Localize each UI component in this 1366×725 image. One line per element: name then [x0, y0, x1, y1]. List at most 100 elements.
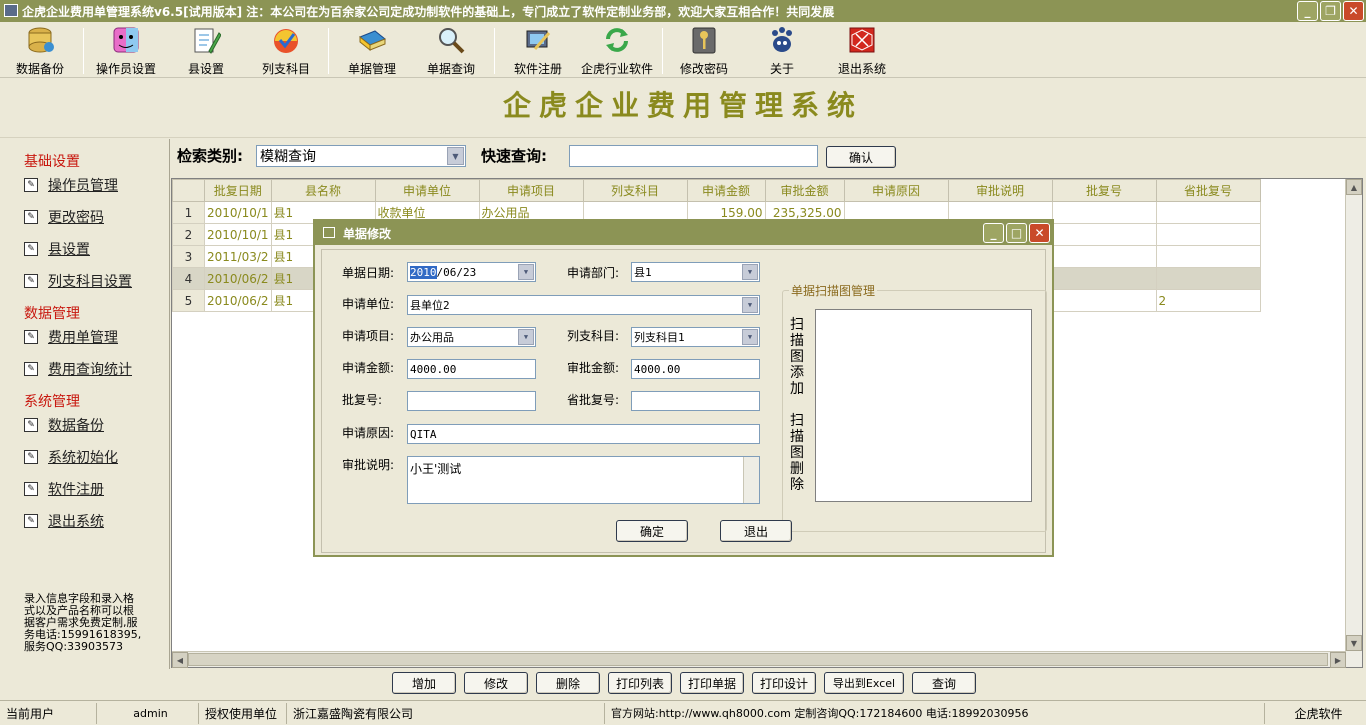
sidebar-group-system: 系统管理 — [24, 394, 80, 410]
export-excel-button[interactable]: 导出到Excel — [824, 672, 904, 694]
status-bar: 当前用户 admin 授权使用单位 浙江嘉盛陶瓷有限公司 官方网站:http:/… — [0, 700, 1366, 725]
status-user: admin — [97, 702, 199, 724]
column-header[interactable]: 审批说明 — [947, 179, 1053, 202]
chevron-down-icon[interactable]: ▼ — [742, 264, 758, 280]
scroll-down-icon[interactable]: ▼ — [1346, 635, 1362, 651]
textarea-scrollbar[interactable] — [743, 457, 759, 503]
toolbar-about-button[interactable]: 关于 — [742, 24, 822, 77]
sidebar-item-subject[interactable]: ✎ 列支科目设置 — [24, 271, 132, 291]
status-company: 浙江嘉盛陶瓷有限公司 — [287, 702, 605, 724]
grid-header-row: 批复日期 县名称 申请单位 申请项目 列支科目 申请金额 审批金额 申请原因 审… — [172, 179, 1261, 202]
quick-search-input[interactable] — [569, 145, 818, 167]
column-header[interactable]: 批复号 — [1051, 179, 1157, 202]
approval-no-input[interactable] — [407, 391, 536, 411]
toolbar-query-button[interactable]: 单据查询 — [411, 24, 491, 77]
print-list-button[interactable]: 打印列表 — [608, 672, 672, 694]
sidebar-item-expense[interactable]: ✎ 费用单管理 — [24, 327, 118, 347]
dialog-close-button[interactable]: ✕ — [1029, 223, 1050, 243]
column-header[interactable]: 申请金额 — [686, 179, 766, 202]
scroll-up-icon[interactable]: ▲ — [1346, 179, 1362, 195]
column-header[interactable]: 列支科目 — [582, 179, 688, 202]
delete-button[interactable]: 删除 — [536, 672, 600, 694]
chevron-down-icon[interactable]: ▼ — [518, 329, 534, 345]
sidebar-item-password[interactable]: ✎ 更改密码 — [24, 207, 104, 227]
approved-label: 审批金额: — [567, 361, 620, 375]
chevron-down-icon[interactable]: ▼ — [742, 297, 758, 313]
column-header[interactable]: 申请项目 — [478, 179, 584, 202]
scan-add-button[interactable]: 扫描图添加 — [789, 317, 805, 397]
add-button[interactable]: 增加 — [392, 672, 456, 694]
approved-input[interactable]: 4000.00 — [631, 359, 760, 379]
sidebar-item-exit[interactable]: ✎ 退出系统 — [24, 511, 104, 531]
minimize-button[interactable]: _ — [1297, 1, 1318, 21]
toolbar-industry-button[interactable]: 企虎行业软件 — [577, 24, 657, 77]
column-header[interactable]: 审批金额 — [764, 179, 845, 202]
pencil-paper-icon — [190, 24, 222, 56]
toolbar-backup-button[interactable]: 数据备份 — [0, 24, 80, 77]
vertical-scrollbar[interactable]: ▲ ▼ — [1345, 179, 1362, 667]
chevron-down-icon[interactable]: ▼ — [447, 147, 464, 165]
prov-approval-input[interactable] — [631, 391, 760, 411]
scroll-thumb[interactable] — [188, 653, 1328, 666]
sidebar-item-init[interactable]: ✎ 系统初始化 — [24, 447, 118, 467]
toolbar-password-button[interactable]: 修改密码 — [664, 24, 744, 77]
column-header[interactable]: 省批复号 — [1155, 179, 1261, 202]
restore-button[interactable]: ❐ — [1320, 1, 1341, 21]
print-design-button[interactable]: 打印设计 — [752, 672, 816, 694]
edit-button[interactable]: 修改 — [464, 672, 528, 694]
subject-select[interactable]: 列支科目1 ▼ — [631, 327, 760, 347]
dialog-maximize-button[interactable]: □ — [1006, 223, 1027, 243]
print-voucher-button[interactable]: 打印单据 — [680, 672, 744, 694]
toolbar-label: 企虎行业软件 — [580, 62, 653, 76]
toolbar-county-button[interactable]: 县设置 — [166, 24, 246, 77]
sidebar-item-register[interactable]: ✎ 软件注册 — [24, 479, 104, 499]
cell-no — [1051, 289, 1157, 312]
sidebar-group-basic: 基础设置 — [24, 154, 80, 170]
search-confirm-button[interactable]: 确认 — [826, 146, 896, 168]
close-button[interactable]: ✕ — [1343, 1, 1364, 21]
scroll-right-icon[interactable]: ▶ — [1330, 652, 1346, 668]
dialog-ok-button[interactable]: 确定 — [616, 520, 688, 542]
sidebar-item-operator[interactable]: ✎ 操作员管理 — [24, 175, 118, 195]
sidebar-item-stats[interactable]: ✎ 费用查询统计 — [24, 359, 132, 379]
dept-select[interactable]: 县1 ▼ — [631, 262, 760, 282]
chevron-down-icon[interactable]: ▼ — [518, 264, 534, 280]
reason-label: 申请原因: — [342, 426, 395, 440]
query-button[interactable]: 查询 — [912, 672, 976, 694]
desc-textarea[interactable]: 小王'测试 — [407, 456, 760, 504]
cell-prov: 2 — [1155, 289, 1261, 312]
toolbar-exit-button[interactable]: 退出系统 — [822, 24, 902, 77]
cell-no — [1051, 223, 1157, 246]
edit-icon: ✎ — [24, 274, 38, 288]
column-header[interactable]: 申请单位 — [374, 179, 480, 202]
date-picker[interactable]: 2010/06/23 ▼ — [407, 262, 536, 282]
item-value: 办公用品 — [410, 331, 454, 344]
search-category-select[interactable]: 模糊查询 ▼ — [256, 145, 466, 167]
sidebar-item-county[interactable]: ✎ 县设置 — [24, 239, 90, 259]
toolbar-register-button[interactable]: 软件注册 — [498, 24, 578, 77]
dialog-minimize-button[interactable]: _ — [983, 223, 1004, 243]
app-banner-title: 企虎企业费用管理系统 — [0, 78, 1366, 138]
sidebar-group-data: 数据管理 — [24, 306, 80, 322]
scan-delete-button[interactable]: 扫描图删除 — [789, 413, 805, 493]
column-header[interactable]: 申请原因 — [843, 179, 949, 202]
chevron-down-icon[interactable]: ▼ — [742, 329, 758, 345]
column-header[interactable]: 县名称 — [270, 179, 376, 202]
voucher-edit-dialog: 单据修改 _ □ ✕ 单据日期: 2010/06/23 ▼ 申请部门: 县1 ▼ 申… — [313, 219, 1054, 557]
item-select[interactable]: 办公用品 ▼ — [407, 327, 536, 347]
toolbar-subject-button[interactable]: 列支科目 — [246, 24, 326, 77]
horizontal-scrollbar[interactable]: ◀ ▶ — [172, 651, 1346, 668]
toolbar-voucher-button[interactable]: 单据管理 — [332, 24, 412, 77]
dialog-exit-button[interactable]: 退出 — [720, 520, 792, 542]
dialog-body: 单据日期: 2010/06/23 ▼ 申请部门: 县1 ▼ 申请单位: 县单位2 ▼ … — [321, 249, 1047, 553]
dept-label: 申请部门: — [567, 266, 620, 280]
column-header[interactable]: 批复日期 — [204, 179, 272, 202]
scan-group-title: 单据扫描图管理 — [789, 282, 878, 299]
sidebar-item-backup[interactable]: ✎ 数据备份 — [24, 415, 104, 435]
unit-select[interactable]: 县单位2 ▼ — [407, 295, 760, 315]
date-selected-part: 2010 — [410, 265, 437, 279]
toolbar-operator-button[interactable]: 操作员设置 — [86, 24, 166, 77]
scroll-left-icon[interactable]: ◀ — [172, 652, 188, 668]
amount-input[interactable]: 4000.00 — [407, 359, 536, 379]
reason-input[interactable]: QITA — [407, 424, 760, 444]
